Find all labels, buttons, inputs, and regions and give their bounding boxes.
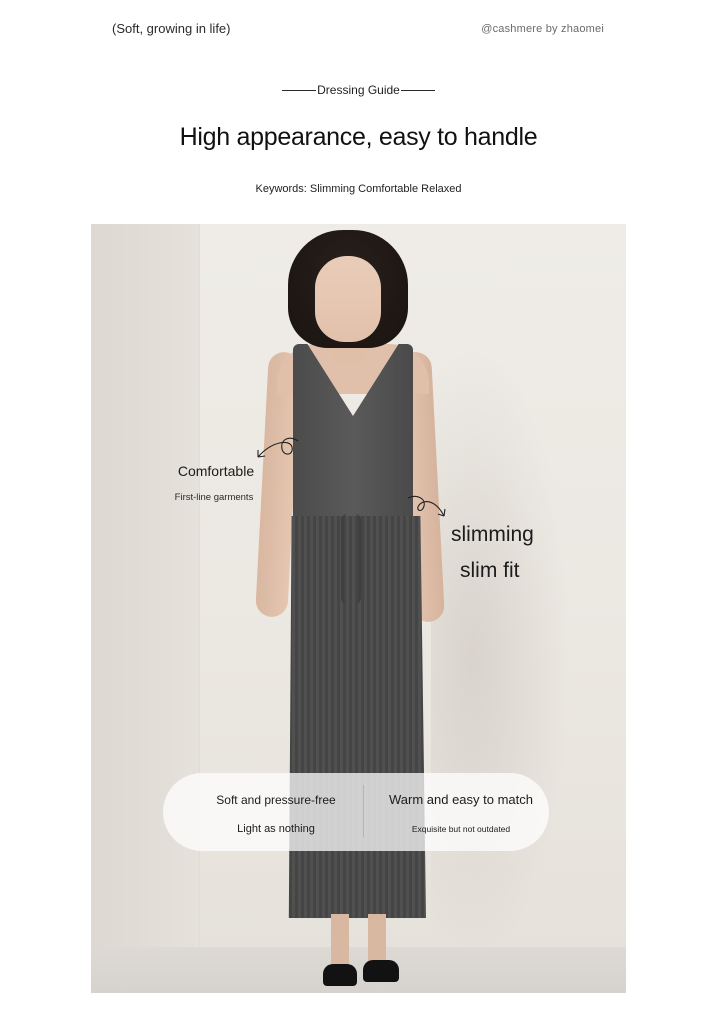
curved-arrow-right-icon — [407, 495, 446, 517]
feature-pill: Soft and pressure-free Light as nothing … — [163, 773, 549, 851]
keywords-line: Keywords: Slimming Comfortable Relaxed — [255, 183, 462, 195]
curved-arrow-left-icon — [257, 437, 299, 458]
divider-left — [282, 89, 317, 91]
slim-fit-label: slim fit — [460, 559, 520, 582]
model-face — [315, 256, 381, 342]
comfortable-sublabel: First-line garments — [174, 492, 254, 503]
drawstring-tie — [341, 514, 361, 604]
comfortable-label: Comfortable — [177, 463, 255, 479]
section-label-text: Dressing Guide — [317, 83, 400, 97]
feature-left-title: Soft and pressure-free — [216, 793, 336, 807]
photo-floor — [91, 947, 626, 993]
slimming-label: slimming — [451, 523, 534, 546]
product-photo — [91, 224, 626, 993]
shoe-right — [363, 960, 399, 982]
brand-handle: @cashmere by zhaomei — [481, 23, 604, 35]
tagline: (Soft, growing in life) — [112, 21, 231, 36]
page-title: High appearance, easy to handle — [179, 123, 538, 151]
feature-right-title: Warm and easy to match — [388, 792, 533, 807]
feature-right-subtitle: Exquisite but not outdated — [411, 824, 511, 834]
feature-left-subtitle: Light as nothing — [237, 823, 315, 835]
photo-wall — [91, 224, 211, 993]
section-label: Dressing Guide — [0, 83, 717, 97]
divider-right — [400, 89, 435, 91]
shoe-left — [323, 964, 357, 986]
photo-shadow — [431, 344, 571, 964]
